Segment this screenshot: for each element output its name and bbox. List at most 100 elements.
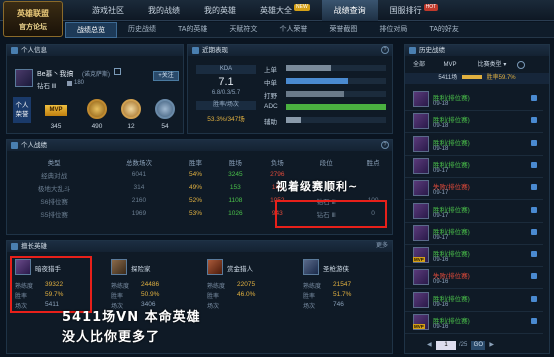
hero-winrate: 46.0% bbox=[237, 291, 256, 298]
hero-count-label: 场次 bbox=[15, 304, 28, 310]
copy-icon[interactable] bbox=[114, 68, 121, 75]
hero-count-label: 场次 bbox=[207, 304, 220, 310]
detail-icon[interactable] bbox=[531, 161, 537, 168]
role-bar-fill bbox=[286, 91, 344, 97]
clock-icon bbox=[409, 47, 416, 54]
note-nobody-more: 没人比你更多了 bbox=[62, 330, 161, 345]
role-bar-track bbox=[286, 117, 386, 123]
tab-ranked[interactable]: 排位对局 bbox=[368, 22, 418, 38]
history-item[interactable]: 胜利(排位赛) 09-17 bbox=[405, 223, 543, 245]
nav-ranking-label: 国服排行 bbox=[389, 6, 422, 15]
help-icon[interactable]: ? bbox=[381, 46, 389, 54]
player-level: 180 bbox=[74, 80, 85, 86]
tab-screenshots[interactable]: 荣誉截图 bbox=[318, 22, 368, 38]
tab-heroes[interactable]: TA的英雄 bbox=[167, 22, 218, 38]
recent-title: 近期表现 bbox=[202, 47, 228, 54]
history-item[interactable]: 胜利(排位赛) 09-18 bbox=[405, 111, 543, 134]
go-button[interactable]: GO bbox=[471, 341, 486, 350]
history-item[interactable]: 胜利(排位赛) 09-17 bbox=[405, 201, 543, 223]
tab-all[interactable]: 全部 bbox=[405, 60, 433, 71]
cell-tier: 钻石 Ⅲ bbox=[316, 211, 336, 219]
cell-type: 经典对战 bbox=[41, 172, 68, 180]
winrate-label: 胜率/场次 bbox=[196, 101, 256, 110]
more-link[interactable]: 更多 bbox=[376, 241, 388, 252]
next-page-icon[interactable]: ▶ bbox=[489, 341, 498, 350]
nav-my-record[interactable]: 我的战绩 bbox=[136, 0, 192, 21]
hero-proficiency: 24486 bbox=[141, 281, 160, 288]
detail-icon[interactable] bbox=[531, 251, 537, 258]
detail-icon[interactable] bbox=[531, 228, 537, 235]
col-wins: 胜场 bbox=[228, 159, 242, 167]
kda-value: 7.1 bbox=[218, 76, 234, 88]
site-logo[interactable]: 英雄联盟 官方论坛 bbox=[3, 1, 63, 37]
history-header: 历史战绩 bbox=[405, 45, 549, 56]
detail-icon[interactable] bbox=[531, 117, 537, 124]
nav-my-heroes[interactable]: 我的英雄 bbox=[192, 0, 248, 21]
cell-total: 2160 bbox=[131, 197, 147, 204]
detail-icon[interactable] bbox=[531, 206, 537, 213]
detail-icon[interactable] bbox=[531, 318, 537, 324]
detail-icon[interactable] bbox=[531, 139, 537, 146]
history-date: 09-17 bbox=[433, 190, 449, 197]
hero-portrait bbox=[303, 259, 319, 275]
cell-winrate: 54% bbox=[189, 171, 203, 178]
detail-icon[interactable] bbox=[531, 273, 537, 280]
history-item[interactable]: 胜利(排位赛) 09-18 bbox=[405, 89, 543, 111]
cell-wins: 153 bbox=[229, 184, 241, 191]
nav-hero-guide[interactable]: 英雄大全 NEW bbox=[248, 0, 322, 21]
col-winrate: 胜率 bbox=[189, 159, 202, 167]
nav-ranking[interactable]: 国服排行 HOT bbox=[378, 0, 451, 21]
detail-icon[interactable] bbox=[531, 184, 537, 191]
table-header-row: 类型 总数场次 胜率 胜场 负场 段位 胜点 bbox=[7, 155, 392, 168]
history-date: 09-18 bbox=[433, 101, 449, 107]
history-title: 历史战绩 bbox=[419, 47, 445, 54]
gold-medal-count: 490 bbox=[91, 123, 103, 130]
history-item[interactable]: 失败(排位赛) 09-16 bbox=[405, 267, 543, 290]
hero-portrait bbox=[111, 259, 127, 275]
history-date: 09-16 bbox=[433, 279, 449, 286]
hero-winrate-label: 胜率 bbox=[111, 294, 124, 300]
hero-portrait bbox=[207, 259, 223, 275]
history-item[interactable]: 胜利(排位赛) 09-18 bbox=[405, 134, 543, 156]
tab-overview[interactable]: 战绩总览 bbox=[65, 22, 117, 38]
history-item[interactable]: 胜利(排位赛) 09-17 bbox=[405, 156, 543, 178]
cell-wins: 1108 bbox=[228, 197, 243, 204]
follow-button[interactable]: +关注 bbox=[153, 71, 179, 81]
hero-card[interactable]: 赏金猎人 熟练度 22075 胜率 46.0% 场次 bbox=[207, 259, 297, 319]
history-date: 09-17 bbox=[433, 167, 449, 174]
nav-record-lookup[interactable]: 战绩查询 bbox=[321, 0, 378, 21]
history-date: 09-16 bbox=[433, 301, 449, 308]
history-item[interactable]: 胜利(排位赛) 09-16 MVP bbox=[405, 245, 543, 268]
battles-header: 个人战绩 ? bbox=[7, 140, 392, 151]
hero-name: 暗夜猎手 bbox=[35, 266, 61, 273]
tab-honor[interactable]: 个人荣誉 bbox=[268, 22, 318, 38]
match-type-dropdown[interactable]: 比赛类型 ▾ bbox=[467, 60, 517, 71]
avatar[interactable] bbox=[15, 69, 33, 87]
tab-friends[interactable]: TA的好友 bbox=[418, 22, 469, 38]
help-icon[interactable]: ? bbox=[381, 141, 389, 149]
prev-page-icon[interactable]: ◀ bbox=[427, 341, 436, 350]
hero-card[interactable]: 圣枪游侠 熟练度 21547 胜率 51.7% 场次 746 bbox=[303, 259, 393, 319]
hero-proficiency: 39322 bbox=[45, 281, 64, 288]
history-item[interactable]: 胜利(排位赛) 09-16 MVP bbox=[405, 312, 543, 334]
gold-medal-icon bbox=[87, 99, 107, 119]
detail-icon[interactable] bbox=[531, 295, 537, 302]
history-hero-portrait bbox=[413, 113, 429, 130]
refresh-icon[interactable] bbox=[517, 61, 525, 69]
history-item[interactable]: 胜利(排位赛) 09-16 bbox=[405, 290, 543, 312]
tab-history[interactable]: 历史战绩 bbox=[117, 22, 167, 38]
cell-points: 0 bbox=[371, 210, 375, 217]
role-bar-track bbox=[286, 65, 386, 71]
role-bar-track bbox=[286, 91, 386, 97]
nav-community[interactable]: 游戏社区 bbox=[80, 0, 136, 21]
role-bar-fill bbox=[286, 65, 331, 71]
history-item[interactable]: 失败(排位赛) 09-17 bbox=[405, 178, 543, 201]
tab-runes[interactable]: 天赋符文 bbox=[218, 22, 268, 38]
history-tabs: 全部 MVP 比赛类型 ▾ bbox=[405, 60, 549, 71]
heroes-title: 擅长英雄 bbox=[21, 243, 47, 250]
cell-type: S6排位赛 bbox=[40, 198, 68, 206]
detail-icon[interactable] bbox=[531, 95, 537, 101]
page-input[interactable]: 1 bbox=[436, 341, 456, 350]
tab-mvp[interactable]: MVP bbox=[433, 60, 467, 71]
hero-winrate-label: 胜率 bbox=[15, 294, 28, 300]
